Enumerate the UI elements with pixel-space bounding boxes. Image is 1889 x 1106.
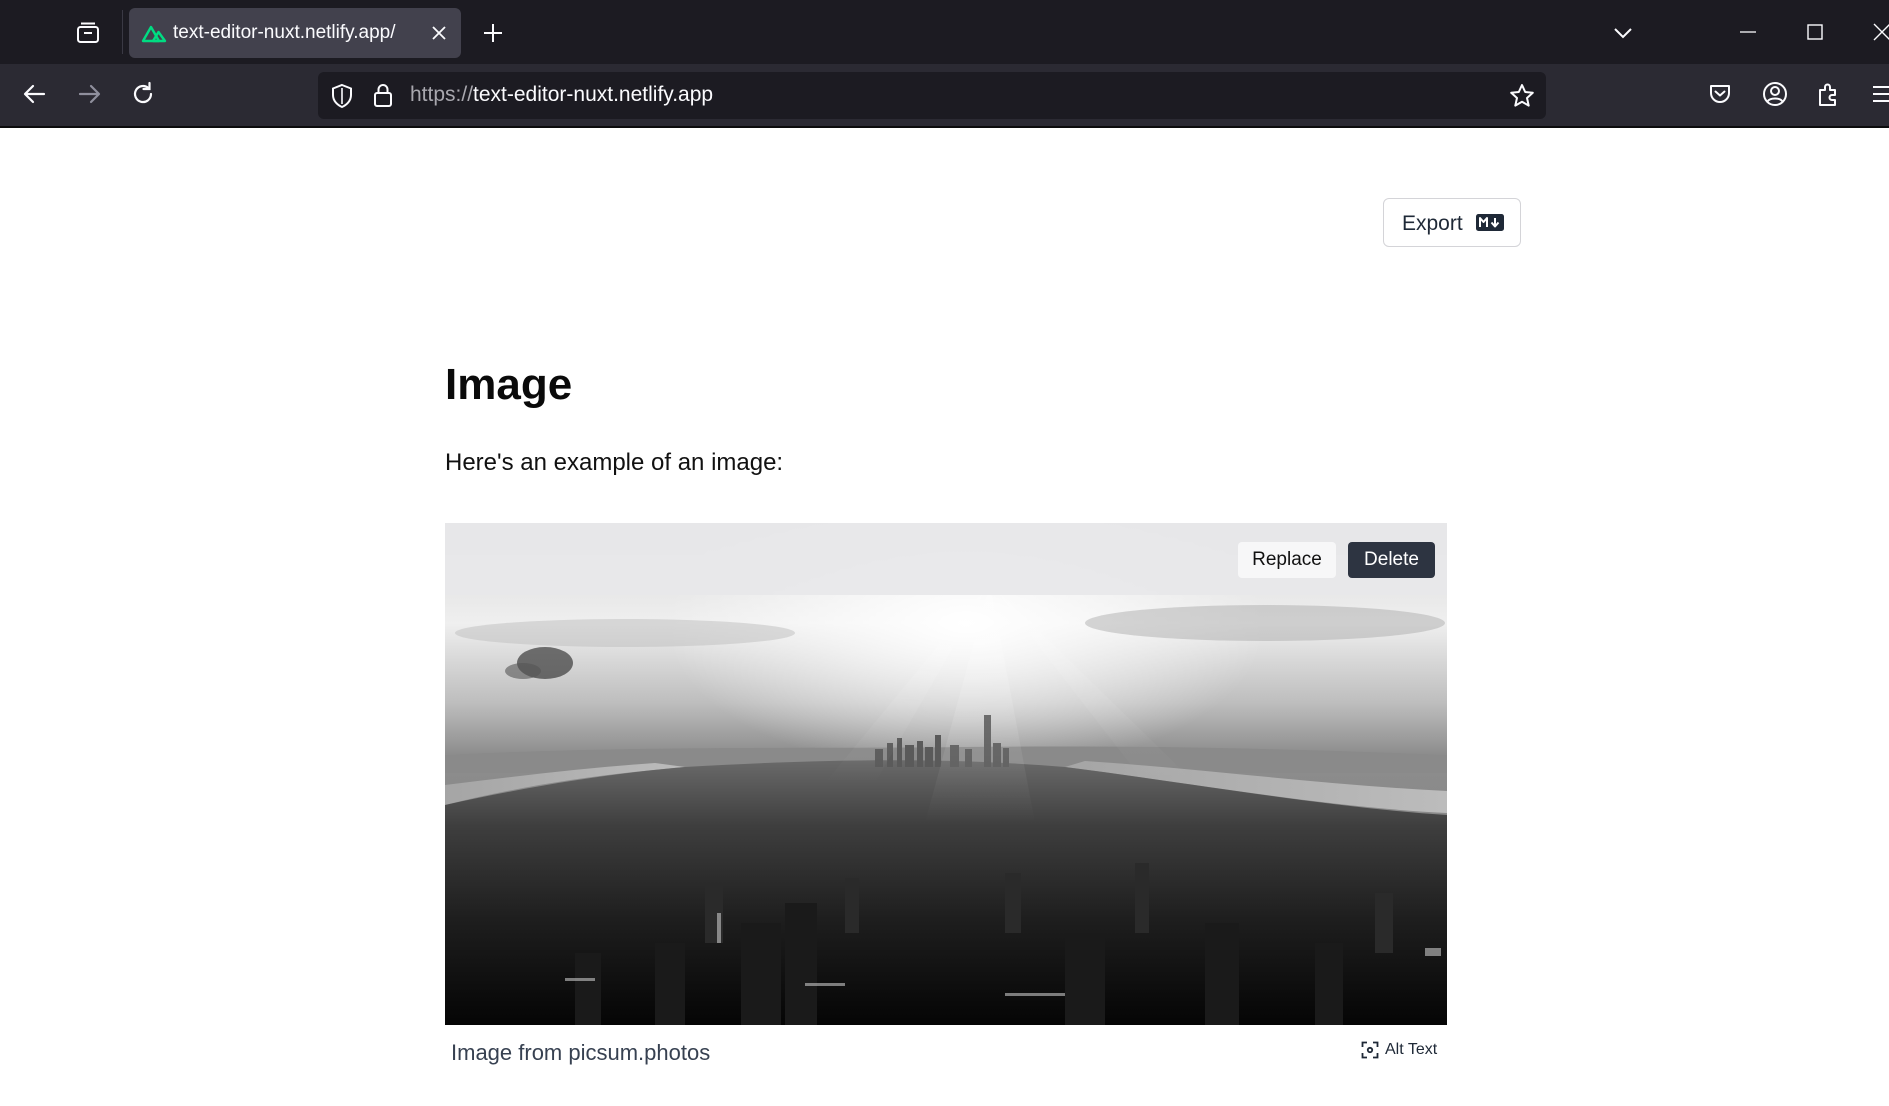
page-heading: Image xyxy=(445,360,573,409)
url-host: text-editor-nuxt.netlify.app xyxy=(473,83,714,106)
nuxt-logo-icon xyxy=(141,22,167,44)
shield-icon[interactable] xyxy=(330,83,354,109)
export-button-label: Export xyxy=(1402,212,1463,235)
alt-text-scan-icon xyxy=(1361,1041,1379,1059)
markdown-icon xyxy=(1476,214,1504,231)
window-close-icon[interactable] xyxy=(1870,20,1889,44)
tab-separator xyxy=(122,10,123,54)
delete-image-button[interactable]: Delete xyxy=(1348,542,1435,578)
tabs-menu-chevron-icon[interactable] xyxy=(1610,20,1636,46)
alt-text-button[interactable]: Alt Text xyxy=(1358,1038,1438,1062)
forward-icon[interactable] xyxy=(74,79,104,109)
tab-list-icon[interactable] xyxy=(74,19,102,47)
app-menu-icon[interactable] xyxy=(1869,80,1889,108)
city-skyline-image xyxy=(445,523,1447,1025)
bookmark-star-icon[interactable] xyxy=(1508,82,1536,110)
account-icon[interactable] xyxy=(1761,80,1789,108)
new-tab-icon[interactable] xyxy=(480,20,506,46)
back-icon[interactable] xyxy=(20,79,50,109)
browser-tab-bar: text-editor-nuxt.netlify.app/ xyxy=(0,0,1889,64)
browser-nav-bar: https://text-editor-nuxt.netlify.app xyxy=(0,64,1889,128)
replace-image-button[interactable]: Replace xyxy=(1238,542,1336,578)
url-text[interactable]: https://text-editor-nuxt.netlify.app xyxy=(410,83,713,107)
address-bar[interactable]: https://text-editor-nuxt.netlify.app xyxy=(318,72,1546,119)
extensions-icon[interactable] xyxy=(1815,80,1843,108)
lock-icon[interactable] xyxy=(372,82,394,108)
intro-paragraph: Here's an example of an image: xyxy=(445,449,784,476)
image-toolbar: Replace Delete xyxy=(445,523,1447,595)
export-button[interactable]: Export xyxy=(1383,198,1521,247)
alt-text-label: Alt Text xyxy=(1385,1041,1438,1058)
tab-title: text-editor-nuxt.netlify.app/ xyxy=(173,22,396,43)
close-icon[interactable] xyxy=(429,23,449,43)
maximize-icon[interactable] xyxy=(1803,20,1827,44)
reload-icon[interactable] xyxy=(128,79,158,109)
url-scheme: https:// xyxy=(410,83,474,106)
image-caption[interactable]: Image from picsum.photos xyxy=(451,1040,710,1066)
minimize-icon[interactable] xyxy=(1736,20,1760,44)
browser-tab-active[interactable]: text-editor-nuxt.netlify.app/ xyxy=(129,8,461,58)
pocket-icon[interactable] xyxy=(1706,80,1734,108)
image-block[interactable]: Replace Delete xyxy=(445,523,1447,1025)
